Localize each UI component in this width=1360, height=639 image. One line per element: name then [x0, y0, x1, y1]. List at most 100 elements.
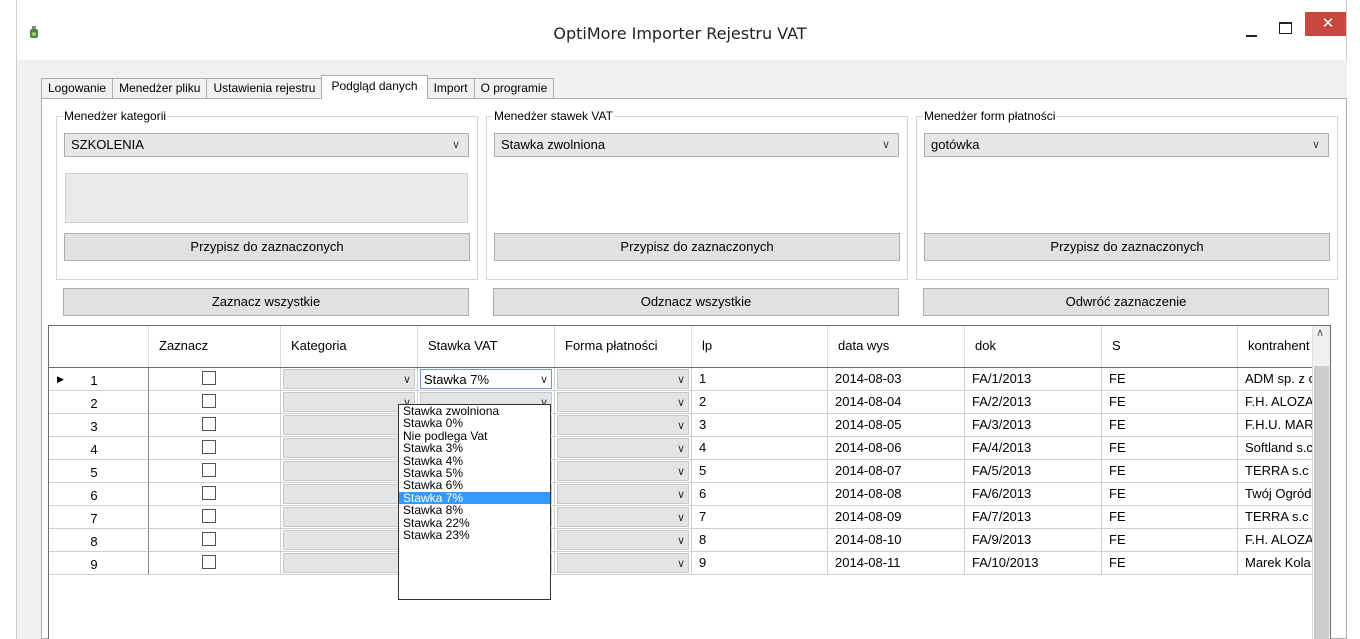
tab-podglad-danych[interactable]: Podgląd danych: [321, 75, 428, 99]
group-platnosci-legend: Menedżer form płatności: [923, 109, 1057, 123]
column-header-data-wys[interactable]: data wys: [828, 326, 965, 367]
scrollbar-thumb[interactable]: [1314, 366, 1329, 639]
category-select[interactable]: SZKOLENIA ∨: [64, 133, 469, 157]
vat-rate-dropdown-list[interactable]: Stawka zwolniona Stawka 0% Nie podlega Vat…: [398, 404, 551, 600]
data-grid[interactable]: Zaznacz Kategoria Stawka VAT Forma płatn…: [48, 325, 1331, 639]
maximize-button[interactable]: [1269, 14, 1303, 42]
cell-s: FE: [1102, 460, 1238, 483]
vertical-scrollbar[interactable]: ∧: [1312, 326, 1330, 639]
dropdown-option[interactable]: Stawka 0%: [399, 417, 550, 429]
dropdown-option[interactable]: Stawka 23%: [399, 529, 550, 541]
row-header[interactable]: 5: [49, 460, 149, 483]
payment-form-select[interactable]: gotówka ∨: [924, 133, 1329, 157]
row-header[interactable]: 7: [49, 506, 149, 529]
cell-forma-platnosci-select[interactable]: ∨: [557, 369, 689, 389]
row-checkbox[interactable]: [202, 371, 216, 385]
cell-kategoria-select[interactable]: ∨: [283, 415, 415, 435]
cell-stawka-vat-select[interactable]: Stawka 7% ∨: [420, 369, 552, 389]
row-header[interactable]: 2: [49, 391, 149, 414]
cell-kategoria-select[interactable]: ∨: [283, 438, 415, 458]
tab-panel-podglad: Menedżer kategorii SZKOLENIA ∨ Przypisz …: [41, 98, 1347, 639]
cell-kategoria-select[interactable]: ∨: [283, 369, 415, 389]
deselect-all-button[interactable]: Odznacz wszystkie: [493, 288, 899, 316]
table-row[interactable]: 8∨∨∨82014-08-10FA/9/2013FEF.H. ALOZA: [49, 529, 1318, 552]
column-header-lp[interactable]: lp: [692, 326, 828, 367]
row-number: 1: [90, 373, 98, 388]
row-header[interactable]: ▶ 1: [49, 368, 149, 391]
dropdown-option[interactable]: Stawka 3%: [399, 442, 550, 454]
chevron-down-icon: ∨: [676, 535, 685, 547]
vat-rate-select[interactable]: Stawka zwolniona ∨: [494, 133, 899, 157]
assign-category-button[interactable]: Przypisz do zaznaczonych: [64, 233, 470, 261]
row-checkbox[interactable]: [202, 463, 216, 477]
cell-kontrahent: F.H. ALOZA: [1238, 529, 1318, 552]
cell-forma-platnosci-select[interactable]: ∨: [557, 553, 689, 573]
cell-kategoria-select[interactable]: ∨: [283, 392, 415, 412]
column-header-kontrahent[interactable]: kontrahent: [1238, 326, 1318, 367]
table-row[interactable]: ▶ 1 ∨ Stawka 7% ∨ ∨ 1 2014-08-03 FA/1/2013 FE ADM …: [49, 368, 1318, 391]
cell-forma-platnosci-select[interactable]: ∨: [557, 415, 689, 435]
dropdown-option[interactable]: Stawka 8%: [399, 504, 550, 516]
row-checkbox[interactable]: [202, 555, 216, 569]
assign-vat-button[interactable]: Przypisz do zaznaczonych: [494, 233, 900, 261]
tab-ustawienia-rejestru[interactable]: Ustawienia rejestru: [206, 78, 323, 98]
column-header-dok[interactable]: dok: [965, 326, 1102, 367]
column-header-stawka-vat[interactable]: Stawka VAT: [418, 326, 555, 367]
chevron-down-icon: ∨: [676, 397, 685, 409]
table-row[interactable]: 9∨∨∨92014-08-11FA/10/2013FEMarek Kola: [49, 552, 1318, 575]
cell-forma-platnosci-select[interactable]: ∨: [557, 507, 689, 527]
cell-forma-platnosci-select[interactable]: ∨: [557, 438, 689, 458]
assign-payment-button[interactable]: Przypisz do zaznaczonych: [924, 233, 1330, 261]
cell-kategoria-select[interactable]: ∨: [283, 507, 415, 527]
invert-selection-button[interactable]: Odwróć zaznaczenie: [923, 288, 1329, 316]
row-checkbox[interactable]: [202, 394, 216, 408]
cell-s: FE: [1102, 506, 1238, 529]
cell-forma-platnosci-select[interactable]: ∨: [557, 392, 689, 412]
table-row[interactable]: 2 ∨ ∨ ∨ 2 2014-08-04 FA/2/2013 FE F.H. ALOZA: [49, 391, 1318, 414]
cell-forma-platnosci-select[interactable]: ∨: [557, 530, 689, 550]
cell-kategoria-select[interactable]: ∨: [283, 484, 415, 504]
column-header-s[interactable]: S: [1102, 326, 1238, 367]
row-header[interactable]: 8: [49, 529, 149, 552]
table-row[interactable]: 4∨∨∨42014-08-06FA/4/2013FESoftland s.c: [49, 437, 1318, 460]
row-header[interactable]: 6: [49, 483, 149, 506]
select-all-button[interactable]: Zaznacz wszystkie: [63, 288, 469, 316]
app-window: OptiMore Importer Rejestru VAT ✕ Logowan…: [0, 0, 1360, 639]
table-row[interactable]: 5∨∨∨52014-08-07FA/5/2013FETERRA s.c: [49, 460, 1318, 483]
row-header[interactable]: 4: [49, 437, 149, 460]
cell-zaznacz: [149, 437, 281, 460]
cell-forma-platnosci-select[interactable]: ∨: [557, 461, 689, 481]
row-checkbox[interactable]: [202, 417, 216, 431]
tab-o-programie[interactable]: O programie: [473, 78, 555, 98]
close-button[interactable]: ✕: [1305, 12, 1351, 36]
table-row[interactable]: 3∨∨∨32014-08-05FA/3/2013FEF.H.U. MAR: [49, 414, 1318, 437]
tab-logowanie[interactable]: Logowanie: [41, 78, 114, 98]
row-checkbox[interactable]: [202, 486, 216, 500]
cell-kategoria-select[interactable]: ∨: [283, 461, 415, 481]
tab-menedzer-pliku[interactable]: Menedżer pliku: [112, 78, 208, 98]
table-row[interactable]: 6∨∨∨62014-08-08FA/6/2013FETwój Ogród: [49, 483, 1318, 506]
cell-data-wys: 2014-08-07: [828, 460, 965, 483]
column-header-kategoria[interactable]: Kategoria: [281, 326, 418, 367]
row-checkbox[interactable]: [202, 509, 216, 523]
cell-forma-platnosci-select[interactable]: ∨: [557, 484, 689, 504]
table-row[interactable]: 7∨∨∨72014-08-09FA/7/2013FETERRA s.c: [49, 506, 1318, 529]
row-header[interactable]: 3: [49, 414, 149, 437]
dropdown-option[interactable]: Stawka 6%: [399, 479, 550, 491]
cell-forma-platnosci: ∨: [555, 414, 692, 437]
column-header-forma-platnosci[interactable]: Forma płatności: [555, 326, 692, 367]
column-header-zaznacz[interactable]: Zaznacz: [149, 326, 281, 367]
scroll-up-icon[interactable]: ∧: [1316, 326, 1324, 339]
cell-kategoria-select[interactable]: ∨: [283, 530, 415, 550]
cell-kategoria-select[interactable]: ∨: [283, 553, 415, 573]
cell-lp: 7: [692, 506, 828, 529]
cell-lp: 3: [692, 414, 828, 437]
minimize-button[interactable]: [1235, 14, 1269, 42]
tab-import[interactable]: Import: [426, 78, 475, 98]
row-checkbox[interactable]: [202, 532, 216, 546]
cell-s: FE: [1102, 529, 1238, 552]
row-header[interactable]: 9: [49, 552, 149, 575]
cell-s: FE: [1102, 391, 1238, 414]
cell-lp: 2: [692, 391, 828, 414]
row-checkbox[interactable]: [202, 440, 216, 454]
